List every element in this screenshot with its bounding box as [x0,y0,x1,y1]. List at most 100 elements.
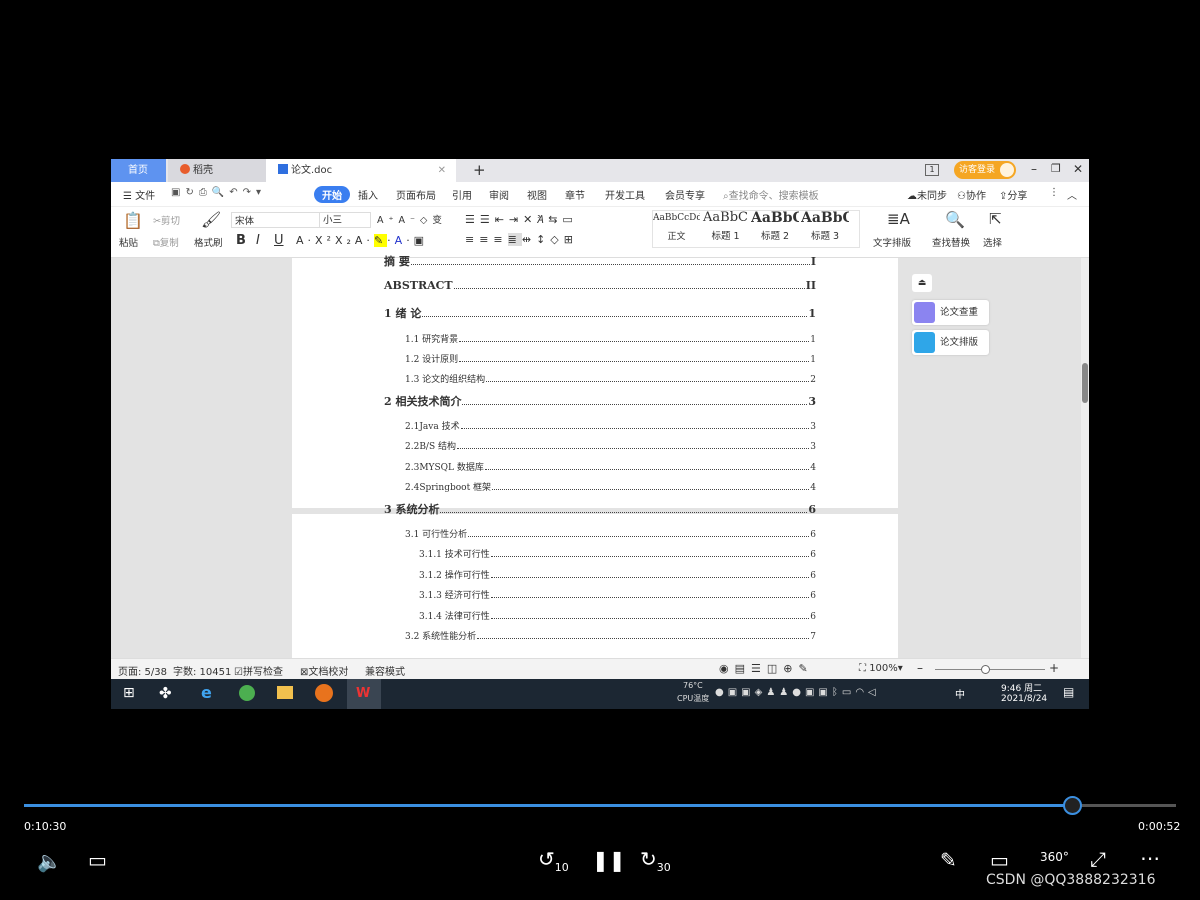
clock-date[interactable]: 2021/8/24 [1001,694,1047,704]
pause-icon[interactable]: ❚❚ [592,848,626,872]
tray-icons[interactable]: ●▣▣◈♟♟●▣▣ᛒ▭◠◁ [715,687,880,698]
toc-entry[interactable]: 3.2 系统性能分析 7 [405,629,816,642]
panel-collapse-icon[interactable]: ⏏ [912,274,932,292]
toc-entry[interactable]: 3.1 可行性分析 6 [405,527,816,540]
style-heading-2[interactable]: AaBbC 标题 2 [751,210,799,242]
collapse-ribbon-icon[interactable]: ︿ [1067,187,1077,202]
style-heading-3[interactable]: AaBbC 标题 3 [801,210,849,242]
close-tab-icon[interactable]: ✕ [438,159,446,182]
page-count[interactable]: 页面: 5/38 [118,663,167,678]
spell-check-button[interactable]: ☑拼写检查 [234,663,283,678]
menu-tab-view[interactable]: 视图 [527,187,547,202]
vr-360-button[interactable]: 360° [1040,850,1069,864]
cursor-icon[interactable]: ⇱ [989,210,1002,228]
file-menu[interactable]: ☰ 文件 [123,187,155,202]
pen-icon[interactable]: ✎ [940,848,957,872]
new-tab-button[interactable]: + [461,159,486,182]
toc-entry[interactable]: 2 相关技术简介 3 [384,393,816,409]
find-icon[interactable]: 🔍 [945,210,965,229]
toc-entry[interactable]: ABSTRACT II [384,279,816,292]
view-mode-icons[interactable]: ◉▤☰◫⊕✎ [719,662,814,675]
menu-tab-review[interactable]: 审阅 [489,187,509,202]
clock-time[interactable]: 9:46 周二 [1001,681,1042,694]
more-options-icon[interactable]: ⋯ [1140,846,1160,870]
copy-button[interactable]: ⧉复制 [153,235,179,249]
ime-indicator[interactable]: 中 [955,686,965,701]
toc-entry[interactable]: 摘 要I [384,253,816,269]
skip-back-button[interactable]: ↺10 [538,847,569,874]
toc-entry[interactable]: 1.3 论文的组织结构 2 [405,372,816,385]
find-replace-button[interactable]: 查找替换 [932,235,970,249]
video-progress-bar[interactable] [24,796,1176,815]
collab-button[interactable]: ⚇协作 [957,187,986,202]
pip-icon[interactable]: ▭ [990,848,1009,872]
bold-button[interactable]: B [236,233,246,248]
menu-tab-references[interactable]: 引用 [452,187,472,202]
sync-button[interactable]: ☁未同步 [907,187,947,202]
zoom-in-icon[interactable]: + [1049,661,1059,675]
toc-entry[interactable]: 2.1Java 技术 3 [405,419,816,432]
share-button[interactable]: ⇪分享 [999,187,1027,202]
italic-button[interactable]: I [256,233,260,248]
toc-entry[interactable]: 3.1.4 法律可行性 6 [419,609,816,622]
progress-handle[interactable] [1062,796,1082,815]
app-icon[interactable] [315,684,333,702]
text-layout-button[interactable]: 文字排版 [873,235,911,249]
pinwheel-app-icon[interactable]: ✤ [159,684,172,702]
tab-document[interactable]: 论文.doc ✕ [266,159,456,182]
format-painter-icon[interactable]: 🖌 [201,210,221,229]
browser-360-icon[interactable] [239,685,255,701]
toc-entry[interactable]: 3.1.3 经济可行性 6 [419,588,816,601]
ie-icon[interactable]: e [201,683,212,702]
cut-button[interactable]: ✂剪切 [153,213,180,227]
menu-tab-start[interactable]: 开始 [314,186,350,203]
toc-entry[interactable]: 1 绪 论 1 [384,305,816,321]
quick-access-icons[interactable]: ▣↻⎙🔍↶↷▾ [171,187,266,198]
word-count[interactable]: 字数: 10451 [173,663,231,678]
menu-tab-section[interactable]: 章节 [565,187,585,202]
file-explorer-icon[interactable] [277,686,293,699]
window-count-badge[interactable]: 1 [925,164,939,176]
zoom-level[interactable]: ⛶ 100%▾ [859,663,903,674]
font-effects-row[interactable]: A·X²X₂A·✎·A·▣ [296,234,428,247]
vertical-scrollbar[interactable] [1081,258,1089,658]
toc-entry[interactable]: 1.2 设计原则 1 [405,352,816,365]
text-layout-icon[interactable]: ≣A [887,210,910,228]
underline-button[interactable]: U [274,233,284,248]
restore-icon[interactable]: ❐ [1051,162,1061,175]
menu-tab-insert[interactable]: 插入 [358,187,378,202]
font-tools-row[interactable]: A⁺A⁻◇变 [377,212,447,226]
scrollbar-thumb[interactable] [1082,363,1088,403]
tab-home[interactable]: 首页 [111,159,166,182]
format-painter-button[interactable]: 格式刷 [194,235,223,249]
close-window-icon[interactable]: ✕ [1073,162,1083,176]
menu-tab-developer[interactable]: 开发工具 [605,187,645,202]
toc-entry[interactable]: 3.1.1 技术可行性 6 [419,547,816,560]
command-search[interactable]: ⌕查找命令、搜索模板 [723,187,819,202]
paper-format-button[interactable]: 论文排版 [912,330,989,355]
style-heading-1[interactable]: AaBbC 标题 1 [702,210,749,242]
volume-icon[interactable]: 🔈 [37,849,62,873]
zoom-slider-handle[interactable] [981,665,990,674]
subtitles-icon[interactable]: ▭ [88,848,107,872]
paste-button[interactable]: 粘贴 [119,235,138,249]
alignment-tools-row[interactable]: ≡≡≡≣⇹↕◇⊞ [465,233,578,246]
proofread-button[interactable]: ⊠文档校对 [300,663,348,678]
start-icon[interactable]: ⊞ [123,685,135,701]
tab-daoke[interactable]: 稻壳 [168,159,266,182]
font-size-select[interactable]: 小三 [319,212,371,228]
notification-icon[interactable]: ▤ [1063,685,1074,699]
toc-entry[interactable]: 2.3MYSQL 数据库 4 [405,460,816,473]
visitor-login-button[interactable]: 访客登录 [954,161,1016,179]
minimize-icon[interactable]: – [1031,162,1037,176]
menu-tab-layout[interactable]: 页面布局 [396,187,436,202]
zoom-out-icon[interactable]: – [917,661,923,675]
toc-entry[interactable]: 2.2B/S 结构 3 [405,439,816,452]
toc-entry[interactable]: 1.1 研究背景 1 [405,332,816,345]
style-normal[interactable]: AaBbCcDd 正文 [653,213,700,242]
menu-tab-member[interactable]: 会员专享 [665,187,705,202]
select-button[interactable]: 选择 [983,235,1002,249]
more-icon[interactable]: ⋮ [1049,187,1059,198]
paste-icon[interactable]: 📋 [123,211,143,230]
wps-taskbar-button[interactable]: W [347,679,381,709]
